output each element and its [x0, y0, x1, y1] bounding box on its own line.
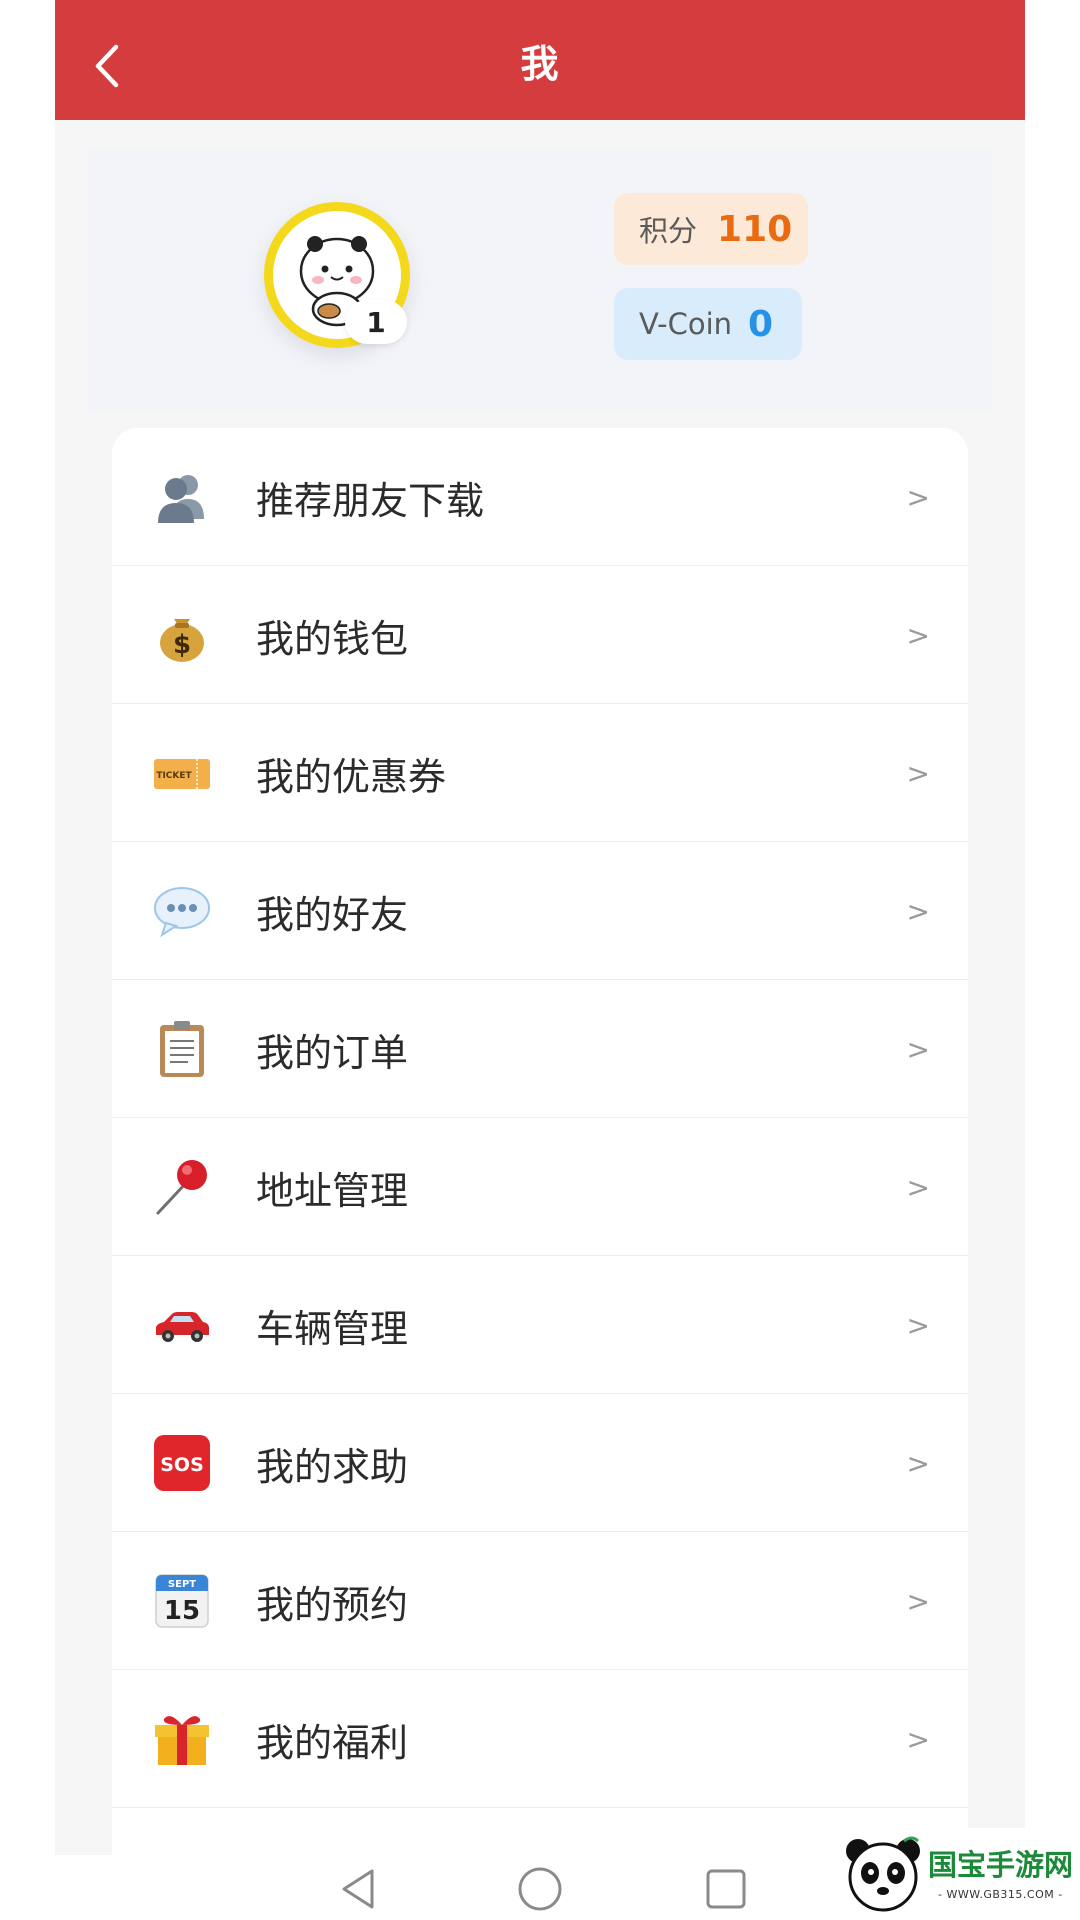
calendar-day: 15: [164, 1596, 200, 1626]
chevron-right-icon: >: [906, 480, 930, 514]
header-bar: 我: [55, 0, 1025, 120]
menu-item-orders[interactable]: 我的订单 >: [112, 980, 968, 1118]
calendar-month: SEPT: [168, 1579, 196, 1590]
menu-item-label: 我的好友: [256, 892, 409, 937]
sos-icon: SOS: [154, 1435, 210, 1491]
points-value: 110: [717, 208, 793, 250]
menu-item-benefits[interactable]: 我的福利 >: [112, 1670, 968, 1808]
menu-item-friends[interactable]: 我的好友 >: [112, 842, 968, 980]
divider: [112, 1807, 968, 1808]
vcoin-pill[interactable]: V-Coin 0: [614, 288, 802, 360]
menu-item-coupons[interactable]: TICKET 我的优惠券 >: [112, 704, 968, 842]
chevron-right-icon: >: [906, 618, 930, 652]
menu-item-label: 推荐朋友下载: [256, 478, 485, 523]
profile-card: 1 积分 110 V-Coin 0: [87, 150, 993, 412]
sos-text: SOS: [160, 1454, 204, 1476]
level-badge: 1: [345, 300, 407, 344]
gift-icon: [155, 1716, 209, 1765]
menu-item-label: 我的钱包: [256, 616, 409, 661]
nav-recents-icon: [706, 1869, 746, 1909]
chevron-right-icon: >: [906, 1446, 930, 1480]
nav-home-icon: [518, 1867, 562, 1911]
chevron-right-icon: >: [906, 1170, 930, 1204]
menu-item-label: 车辆管理: [256, 1306, 409, 1351]
menu-item-vehicles[interactable]: 车辆管理 >: [112, 1256, 968, 1394]
menu-item-address[interactable]: 地址管理 >: [112, 1118, 968, 1256]
car-icon: [156, 1312, 209, 1342]
vcoin-label: V-Coin: [639, 307, 733, 341]
points-pill[interactable]: 积分 110: [614, 193, 808, 265]
vcoin-value: 0: [748, 303, 774, 345]
pushpin-icon: [156, 1160, 207, 1215]
calendar-icon: SEPT 15: [155, 1574, 209, 1628]
svg-text:$: $: [173, 630, 191, 660]
chevron-right-icon: >: [906, 1722, 930, 1756]
chevron-right-icon: >: [906, 756, 930, 790]
people-icon: [158, 475, 204, 523]
menu-item-label: 我的订单: [256, 1030, 409, 1075]
watermark-logo: 国宝手游网 - WWW.GB315.COM -: [828, 1828, 1080, 1920]
ticket-icon: TICKET: [154, 759, 210, 789]
chevron-right-icon: >: [906, 1584, 930, 1618]
nav-back-button[interactable]: [330, 1861, 386, 1917]
watermark-name: 国宝手游网: [928, 1848, 1074, 1882]
menu-item-label: 我的求助: [256, 1444, 409, 1489]
nav-recents-button[interactable]: [698, 1861, 754, 1917]
nav-home-button[interactable]: [512, 1861, 568, 1917]
panda-logo-icon: [846, 1836, 920, 1912]
page-title: 我: [520, 41, 560, 86]
points-label: 积分: [639, 214, 698, 248]
chevron-right-icon: >: [906, 1032, 930, 1066]
chevron-right-icon: >: [906, 1308, 930, 1342]
menu-item-help[interactable]: SOS 我的求助 >: [112, 1394, 968, 1532]
screen: 我 1 积分 110 V-Coin 0 推荐朋友下载 > $ 我的钱包 > TI…: [55, 0, 1025, 1855]
speech-bubble-icon: [154, 887, 210, 938]
watermark-url: - WWW.GB315.COM -: [938, 1888, 1063, 1901]
menu-item-label: 地址管理: [256, 1168, 409, 1213]
money-bag-icon: $: [160, 619, 204, 662]
menu-item-appointments[interactable]: SEPT 15 我的预约 >: [112, 1532, 968, 1670]
menu-item-label: 我的优惠券: [256, 754, 447, 799]
menu-item-label: 我的福利: [256, 1720, 409, 1765]
nav-back-icon: [342, 1869, 374, 1909]
chevron-right-icon: >: [906, 894, 930, 928]
menu-item-recommend-friends[interactable]: 推荐朋友下载 >: [112, 428, 968, 566]
ticket-text: TICKET: [156, 771, 192, 781]
clipboard-icon: [160, 1021, 204, 1077]
menu-item-wallet[interactable]: $ 我的钱包 >: [112, 566, 968, 704]
menu-item-label: 我的预约: [256, 1582, 409, 1627]
menu-list: 推荐朋友下载 > $ 我的钱包 > TICKET 我的优惠券 > 我的好友 > …: [112, 428, 968, 1855]
